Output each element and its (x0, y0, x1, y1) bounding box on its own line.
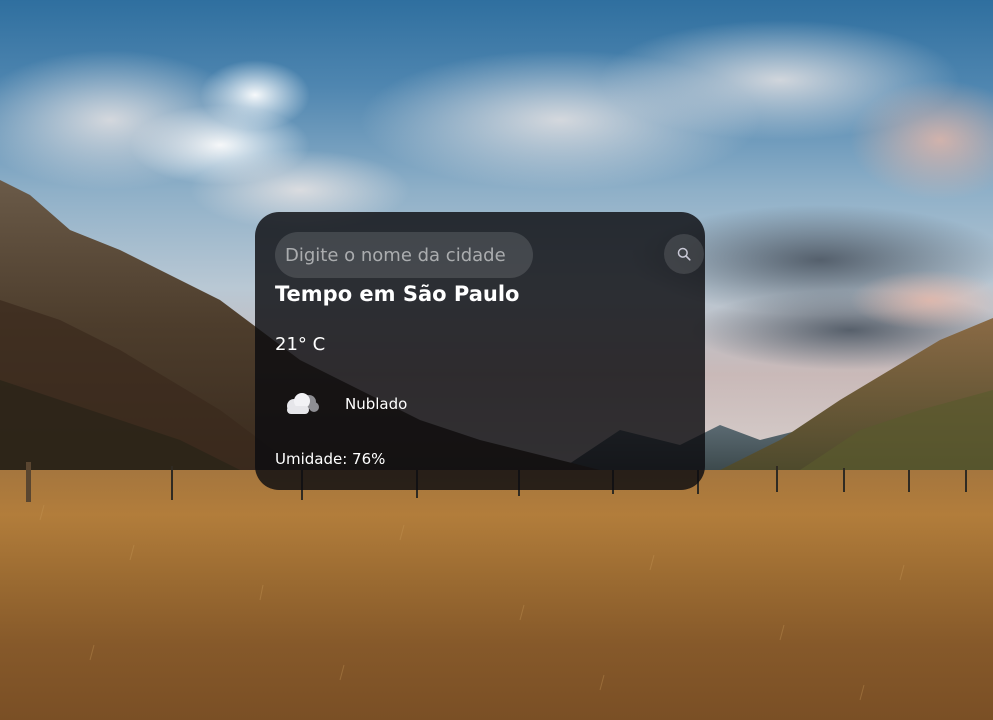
city-search-input[interactable] (275, 232, 533, 278)
weather-card: Tempo em São Paulo 21° C Nublado Umidade… (255, 212, 705, 490)
temperature-value: 21° C (275, 334, 326, 355)
city-title: Tempo em São Paulo (275, 282, 520, 306)
humidity-value: Umidade: 76% (275, 450, 386, 468)
weather-description-row: Nublado (275, 386, 575, 422)
search-button[interactable] (664, 234, 704, 274)
app-root: Tempo em São Paulo 21° C Nublado Umidade… (0, 0, 993, 720)
cloud-icon (287, 393, 319, 414)
weather-description: Nublado (345, 395, 408, 413)
search-bar (275, 232, 704, 278)
search-icon (677, 247, 691, 261)
